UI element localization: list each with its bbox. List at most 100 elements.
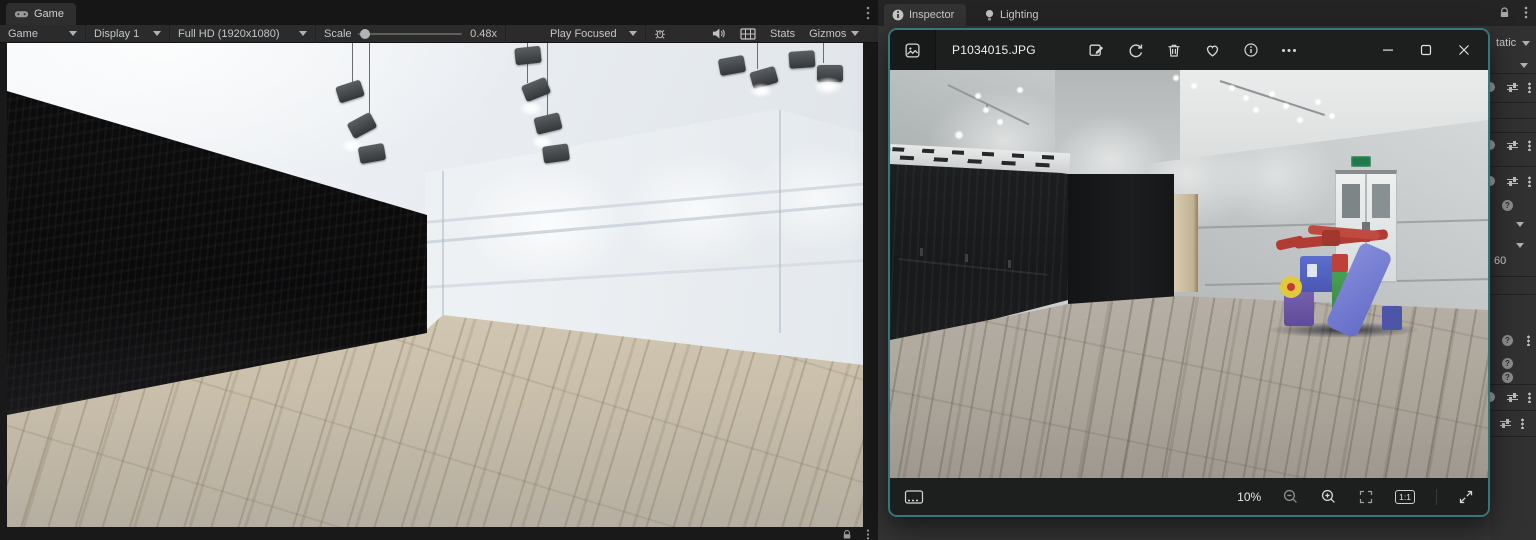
- gamepad-icon: [14, 8, 29, 20]
- component-header-row[interactable]: [1490, 414, 1536, 432]
- toy-label: [1307, 264, 1317, 277]
- delete-button[interactable]: [1166, 42, 1182, 59]
- fullscreen-button[interactable]: [1458, 489, 1474, 505]
- tab-game[interactable]: Game: [6, 3, 76, 25]
- favorite-button[interactable]: [1204, 42, 1221, 58]
- tab-lighting[interactable]: Lighting: [976, 4, 1051, 26]
- component-toggle-icon: [1490, 176, 1495, 186]
- preset-sliders-icon[interactable]: [1507, 176, 1518, 186]
- display-mode-dropdown[interactable]: Game: [0, 24, 86, 43]
- game-viewport[interactable]: [7, 43, 863, 527]
- display-target-dropdown[interactable]: Display 1: [86, 24, 170, 43]
- zoom-controls: 10% 1:1: [1237, 488, 1474, 505]
- fullscreen-expand-icon: [1459, 490, 1473, 503]
- zoom-in-button[interactable]: [1320, 488, 1337, 505]
- tab-game-label: Game: [34, 8, 64, 20]
- kebab-menu-icon[interactable]: [1528, 139, 1531, 151]
- scale-slider-handle[interactable]: [359, 28, 370, 39]
- component-toggle-icon: [1490, 82, 1495, 92]
- rotate-button[interactable]: [1127, 42, 1144, 59]
- scale-control: Scale 0.48x: [316, 24, 506, 43]
- photo-actions: [1088, 42, 1297, 59]
- screenshot-root: Game Game Display 1 Full HD (1920x1080) …: [0, 0, 1536, 540]
- minimize-button[interactable]: [1382, 44, 1394, 56]
- kebab-menu-icon[interactable]: [1527, 334, 1530, 346]
- component-header-row[interactable]: [1490, 172, 1536, 190]
- photo-wood-cabinet: [1174, 194, 1198, 292]
- unity-game-panel: Game Game Display 1 Full HD (1920x1080) …: [0, 0, 878, 540]
- bug-icon: [654, 29, 666, 39]
- preset-sliders-icon[interactable]: [1500, 418, 1511, 428]
- track-light: [1268, 90, 1276, 98]
- chevron-down-icon: [1516, 221, 1524, 227]
- resolution-dropdown[interactable]: Full HD (1920x1080): [170, 24, 316, 43]
- toy-red-wing: [1275, 235, 1305, 251]
- photo-image[interactable]: [890, 70, 1488, 478]
- maximize-button[interactable]: [1420, 44, 1432, 56]
- chalk-ledge-line: [898, 258, 1048, 276]
- play-mode-label: Play Focused: [550, 27, 617, 40]
- kebab-menu-icon[interactable]: [866, 529, 870, 540]
- kebab-menu-icon[interactable]: [1528, 391, 1531, 403]
- edit-image-button[interactable]: [1088, 42, 1105, 59]
- heart-icon: [1206, 45, 1218, 57]
- component-header-row[interactable]: [1490, 388, 1536, 406]
- help-row[interactable]: ?: [1490, 331, 1536, 349]
- help-icon[interactable]: ?: [1502, 334, 1513, 346]
- preset-sliders-icon[interactable]: [1507, 140, 1518, 150]
- help-icon[interactable]: ?: [1502, 371, 1513, 383]
- track-light: [982, 106, 990, 114]
- vsync-grid-button[interactable]: [733, 25, 763, 43]
- door-glass-panel: [1372, 184, 1390, 218]
- frame-debugger-button[interactable]: [646, 25, 674, 43]
- help-icon[interactable]: ?: [1502, 199, 1513, 211]
- help-icon[interactable]: ?: [1502, 357, 1513, 369]
- filmstrip-icon: [904, 489, 924, 504]
- lock-icon[interactable]: [842, 530, 852, 539]
- preset-sliders-icon[interactable]: [1507, 392, 1518, 402]
- photo-black-wall-front: [1068, 174, 1174, 306]
- component-header-row[interactable]: [1490, 136, 1536, 154]
- layer-dropdown-row[interactable]: [1490, 56, 1536, 74]
- kebab-menu-icon[interactable]: [1528, 81, 1531, 93]
- gallery-button[interactable]: [890, 30, 936, 70]
- photos-app-window: P1034015.JPG 10% 1:1: [888, 28, 1490, 517]
- kebab-menu-icon[interactable]: [1524, 6, 1528, 19]
- photos-titlebar[interactable]: P1034015.JPG: [890, 30, 1488, 70]
- track-light: [1252, 106, 1260, 114]
- preset-sliders-icon[interactable]: [1507, 82, 1518, 92]
- tab-inspector[interactable]: Inspector: [884, 4, 967, 26]
- track-light: [1228, 84, 1236, 92]
- fit-to-window-button[interactable]: [1358, 489, 1374, 505]
- exit-sign: [1351, 156, 1371, 167]
- close-button[interactable]: [1458, 44, 1470, 56]
- gizmos-dropdown[interactable]: Gizmos: [802, 25, 866, 43]
- stats-button[interactable]: Stats: [763, 25, 802, 43]
- display-target-label: Display 1: [94, 27, 140, 40]
- zoom-out-button[interactable]: [1282, 488, 1299, 505]
- minimize-icon: [1383, 49, 1393, 51]
- mute-audio-button[interactable]: [704, 25, 733, 43]
- game-panel-menu-icon[interactable]: [866, 6, 870, 20]
- fit-screen-icon: [1360, 490, 1373, 503]
- file-info-button[interactable]: [1243, 42, 1259, 58]
- actual-size-button[interactable]: 1:1: [1395, 489, 1415, 504]
- scale-slider[interactable]: [357, 28, 463, 39]
- kebab-menu-icon[interactable]: [1521, 417, 1524, 429]
- play-mode-dropdown[interactable]: Play Focused: [542, 24, 646, 43]
- filmstrip-toggle-button[interactable]: [904, 489, 924, 505]
- toy-wheel-hub: [1287, 283, 1295, 291]
- static-field-row[interactable]: tatic: [1490, 34, 1536, 52]
- lock-icon[interactable]: [1499, 7, 1510, 18]
- wall-light-pool: [462, 163, 632, 283]
- component-header-row[interactable]: [1490, 78, 1536, 96]
- ceiling-spotlight: [541, 143, 571, 164]
- chevron-down-icon: [153, 31, 161, 36]
- spotlight-lens-glow: [519, 101, 543, 116]
- value-field-row[interactable]: 60: [1490, 252, 1536, 270]
- kebab-menu-icon[interactable]: [1528, 175, 1531, 187]
- dropdown-row[interactable]: [1490, 215, 1536, 233]
- more-options-button[interactable]: [1281, 48, 1297, 53]
- help-row[interactable]: ?: [1490, 196, 1536, 214]
- tab-lighting-label: Lighting: [1000, 9, 1039, 21]
